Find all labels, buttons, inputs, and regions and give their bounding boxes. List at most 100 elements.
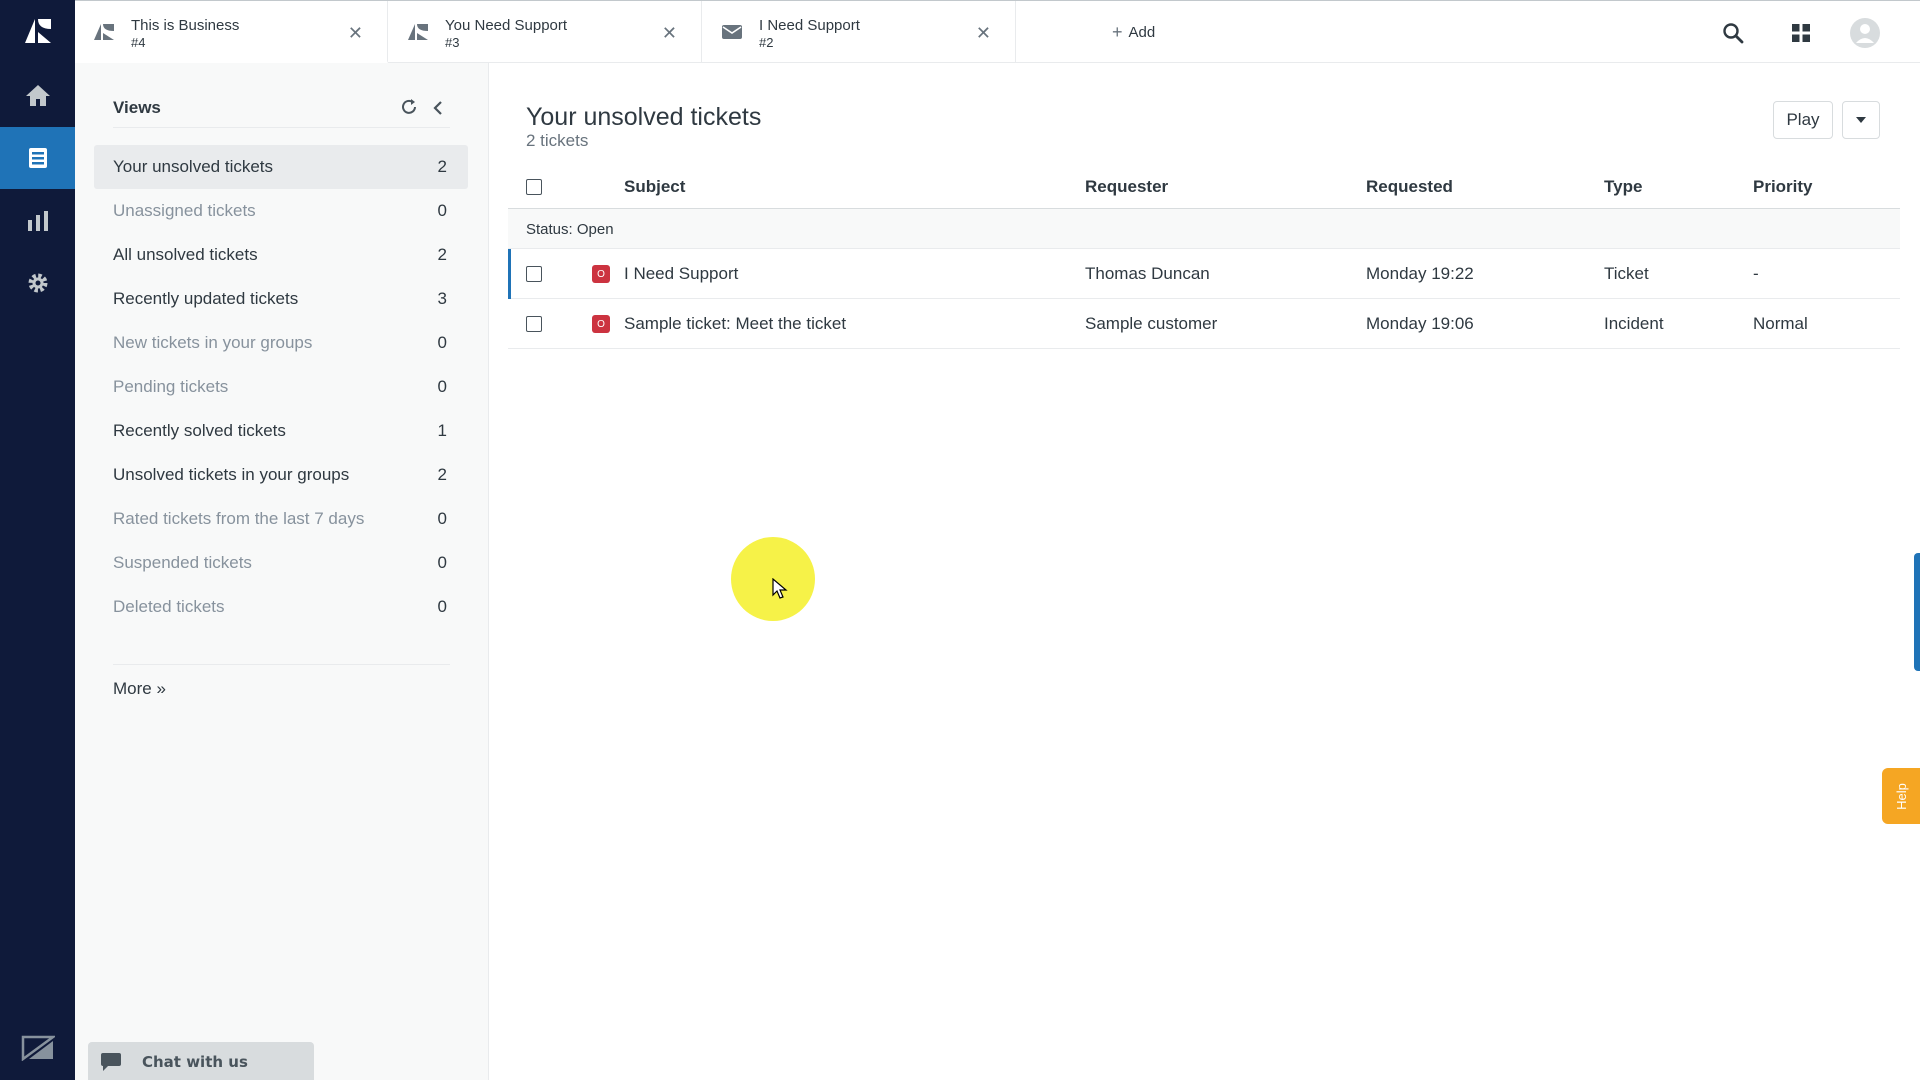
nav-admin[interactable] bbox=[0, 252, 75, 314]
tickets-table: Subject Requester Requested Type Priorit… bbox=[508, 163, 1900, 349]
view-item[interactable]: Deleted tickets 0 bbox=[94, 585, 468, 629]
views-panel: Views Your unsolved tickets 2 Unassigned t… bbox=[75, 63, 489, 1080]
zendesk-support-icon bbox=[24, 19, 51, 43]
select-all-checkbox[interactable] bbox=[526, 179, 542, 195]
status-badge: O bbox=[592, 315, 610, 333]
row-checkbox[interactable] bbox=[526, 316, 542, 332]
add-tab-button[interactable]: + Add bbox=[1112, 1, 1155, 63]
view-item[interactable]: Recently solved tickets 1 bbox=[94, 409, 468, 453]
view-count: 0 bbox=[437, 553, 447, 572]
chat-icon bbox=[101, 1053, 121, 1071]
chevron-left-icon[interactable] bbox=[430, 100, 446, 116]
tab-title: This is Business bbox=[131, 17, 240, 34]
search-button[interactable] bbox=[1721, 21, 1745, 45]
column-type[interactable]: Type bbox=[1604, 177, 1642, 197]
zendesk-icon bbox=[21, 1035, 55, 1061]
view-label: Unsolved tickets in your groups bbox=[113, 465, 350, 484]
ticket-tab[interactable]: I Need Support #2 ✕ bbox=[703, 1, 1016, 63]
side-panel-handle[interactable] bbox=[1914, 553, 1920, 671]
view-label: Your unsolved tickets bbox=[113, 157, 274, 176]
view-item[interactable]: Unsolved tickets in your groups 2 bbox=[94, 453, 468, 497]
group-header: Status: Open bbox=[508, 209, 1900, 249]
view-item[interactable]: All unsolved tickets 2 bbox=[94, 233, 468, 277]
table-row[interactable]: O Sample ticket: Meet the ticket Sample cu… bbox=[508, 299, 1900, 349]
ticket-priority: Normal bbox=[1753, 314, 1808, 333]
ticket-icon bbox=[408, 24, 428, 40]
add-tab-label: Add bbox=[1128, 23, 1156, 41]
view-count: 2 bbox=[437, 465, 447, 484]
view-item[interactable]: Recently updated tickets 3 bbox=[94, 277, 468, 321]
tab-title: I Need Support bbox=[759, 17, 860, 34]
ticket-priority: - bbox=[1753, 264, 1759, 283]
ticket-requester: Thomas Duncan bbox=[1085, 264, 1210, 283]
nav-home[interactable] bbox=[0, 64, 75, 126]
top-bar: This is Business #4 ✕ You Need Support #… bbox=[75, 0, 1920, 63]
ticket-tab[interactable]: This is Business #4 ✕ bbox=[75, 1, 388, 63]
view-label: Pending tickets bbox=[113, 377, 229, 396]
column-subject[interactable]: Subject bbox=[624, 177, 685, 197]
search-button[interactable] bbox=[1406, 21, 1430, 45]
bar-chart-icon bbox=[27, 211, 48, 231]
home-icon bbox=[25, 85, 50, 106]
view-label: Suspended tickets bbox=[113, 553, 252, 572]
view-item[interactable]: Pending tickets 0 bbox=[94, 365, 468, 409]
product-logo[interactable] bbox=[0, 0, 75, 62]
nav-views[interactable] bbox=[0, 127, 75, 189]
play-button[interactable]: Play bbox=[1773, 101, 1833, 139]
search-icon bbox=[1723, 23, 1744, 44]
view-count: 0 bbox=[437, 377, 447, 396]
view-item[interactable]: Suspended tickets 0 bbox=[94, 541, 468, 585]
help-label: Help bbox=[1893, 782, 1909, 810]
view-count: 0 bbox=[437, 597, 447, 616]
apps-button[interactable] bbox=[1789, 21, 1813, 45]
help-button[interactable]: Help bbox=[1882, 768, 1920, 824]
chat-label: Chat with us bbox=[142, 1053, 248, 1071]
views-header: Views bbox=[113, 98, 450, 128]
plus-icon: + bbox=[1112, 21, 1123, 42]
caret-down-icon bbox=[1856, 117, 1866, 123]
profile-button[interactable] bbox=[1849, 17, 1881, 49]
tab-number: #2 bbox=[759, 35, 774, 50]
view-item[interactable]: Your unsolved tickets 2 bbox=[94, 145, 468, 189]
view-label: Recently solved tickets bbox=[113, 421, 286, 440]
row-checkbox[interactable] bbox=[526, 266, 542, 282]
more-views-link[interactable]: More » bbox=[113, 679, 166, 699]
close-icon[interactable]: ✕ bbox=[662, 23, 677, 44]
ticket-count: 2 tickets bbox=[526, 131, 589, 150]
chat-with-us-button[interactable]: Chat with us bbox=[88, 1042, 314, 1080]
avatar-icon bbox=[1850, 18, 1880, 48]
nav-reporting[interactable] bbox=[0, 190, 75, 252]
column-priority[interactable]: Priority bbox=[1753, 177, 1813, 197]
ticket-tab[interactable]: You Need Support #3 ✕ bbox=[389, 1, 702, 63]
divider bbox=[113, 664, 450, 665]
views-icon bbox=[28, 148, 47, 168]
close-icon[interactable]: ✕ bbox=[348, 23, 363, 44]
ticket-type: Incident bbox=[1604, 314, 1664, 333]
view-label: Recently updated tickets bbox=[113, 289, 299, 308]
close-icon[interactable]: ✕ bbox=[976, 23, 991, 44]
ticket-subject[interactable]: I Need Support bbox=[624, 264, 738, 284]
table-row[interactable]: O I Need Support Thomas Duncan Monday 19:22… bbox=[508, 249, 1900, 299]
view-label: Unassigned tickets bbox=[113, 201, 256, 220]
gear-icon bbox=[28, 273, 47, 293]
refresh-icon[interactable] bbox=[400, 98, 418, 116]
view-item[interactable]: New tickets in your groups 0 bbox=[94, 321, 468, 365]
zendesk-logo bbox=[0, 1028, 75, 1068]
group-label: Status: Open bbox=[526, 221, 614, 238]
view-item[interactable]: Unassigned tickets 0 bbox=[94, 189, 468, 233]
play-options-button[interactable] bbox=[1842, 101, 1880, 139]
view-label: All unsolved tickets bbox=[113, 245, 258, 264]
column-requester[interactable]: Requester bbox=[1085, 177, 1168, 197]
view-count: 2 bbox=[437, 157, 447, 176]
nav-rail bbox=[0, 0, 75, 1080]
column-requested[interactable]: Requested bbox=[1366, 177, 1453, 197]
view-count: 2 bbox=[437, 245, 447, 264]
table-header: Subject Requester Requested Type Priorit… bbox=[508, 163, 1900, 209]
tab-number: #3 bbox=[445, 35, 460, 50]
ticket-icon bbox=[94, 24, 114, 40]
ticket-requester: Sample customer bbox=[1085, 314, 1218, 333]
views-list: Your unsolved tickets 2 Unassigned tickets… bbox=[94, 145, 468, 629]
view-count: 0 bbox=[437, 201, 447, 220]
ticket-subject[interactable]: Sample ticket: Meet the ticket bbox=[624, 314, 846, 334]
view-item[interactable]: Rated tickets from the last 7 days 0 bbox=[94, 497, 468, 541]
